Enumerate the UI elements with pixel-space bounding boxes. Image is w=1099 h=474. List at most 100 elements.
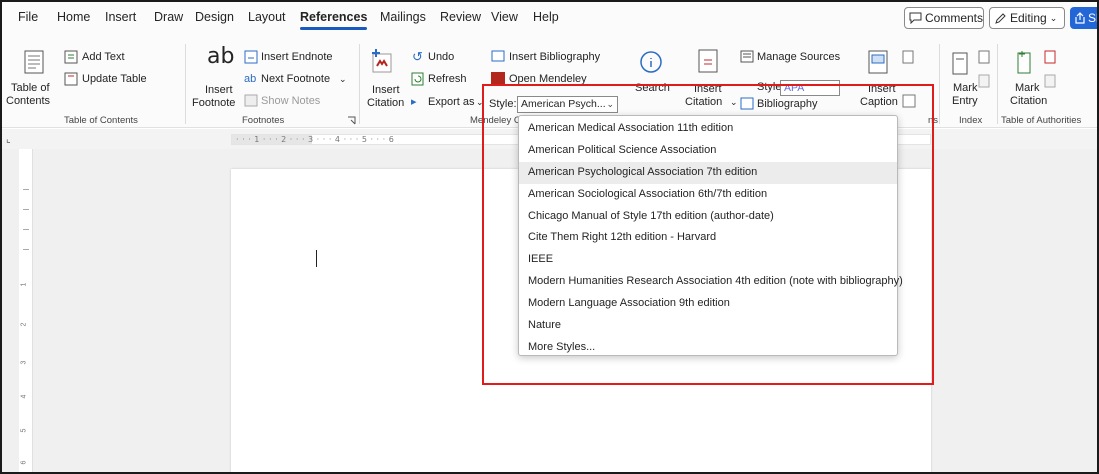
group-label-footnotes: Footnotes <box>242 115 285 126</box>
undo-icon: ↺ <box>412 49 423 64</box>
group-divider <box>939 44 940 124</box>
ruler-number: 2 <box>20 322 28 327</box>
mendeley-style-select[interactable]: American Psych... ⌄ <box>517 96 618 113</box>
tab-file[interactable]: File <box>18 10 38 24</box>
refresh-icon <box>411 72 424 86</box>
insert-citation-label1: Insert <box>694 83 722 95</box>
mendeley-insert-label2: Citation <box>367 97 405 109</box>
tab-layout[interactable]: Layout <box>248 10 286 24</box>
dialog-launcher-icon[interactable] <box>347 116 356 125</box>
tab-design[interactable]: Design <box>195 10 234 24</box>
mark-entry-icon <box>952 52 968 75</box>
table-of-figures-icon[interactable] <box>902 50 914 64</box>
add-text-icon <box>64 50 78 64</box>
group-label-captions: ns <box>928 115 939 126</box>
open-mendeley-label: Open Mendeley <box>509 73 587 85</box>
tab-stop-selector-icon[interactable]: ⌞ <box>6 133 11 146</box>
style-option[interactable]: American Medical Association 11th editio… <box>519 118 897 140</box>
tab-draw[interactable]: Draw <box>154 10 183 24</box>
toc-label-line1: Table of <box>11 82 50 94</box>
citation-style-select[interactable]: APA <box>780 80 840 96</box>
update-index-icon[interactable] <box>978 74 990 88</box>
mendeley-insert-label1: Insert <box>372 84 400 96</box>
ruler-number: 1 <box>20 282 28 287</box>
table-of-contents-icon <box>24 50 44 74</box>
group-label-index: Index <box>959 115 983 126</box>
search-label: Search <box>635 82 670 94</box>
style-select-value: American Psych... <box>521 98 606 110</box>
style-option[interactable]: Chicago Manual of Style 17th edition (au… <box>519 206 897 228</box>
insert-endnote-label: Insert Endnote <box>261 51 333 63</box>
ruler-tick <box>23 249 29 250</box>
mark-entry-label2: Entry <box>952 95 978 107</box>
export-as-label: Export as <box>428 96 475 108</box>
insert-table-of-authorities-icon[interactable] <box>1044 50 1056 64</box>
tab-view[interactable]: View <box>491 10 518 24</box>
insert-endnote-icon <box>244 50 258 64</box>
style-option[interactable]: IEEE <box>519 249 897 271</box>
group-divider <box>185 44 186 124</box>
bibliography-label: Bibliography <box>757 98 818 110</box>
comments-button[interactable]: Comments <box>904 7 984 29</box>
chevron-down-icon: ⌄ <box>476 97 484 107</box>
group-label-authorities: Table of Authorities <box>1001 115 1082 126</box>
mendeley-logo-icon <box>491 72 505 85</box>
mark-entry-label1: Mark <box>953 82 978 94</box>
export-icon: ▸ <box>411 96 417 108</box>
ruler-tick <box>23 209 29 210</box>
add-text-label: Add Text <box>82 51 125 63</box>
update-table-icon <box>64 72 78 86</box>
ruler-number: 6 <box>20 460 28 465</box>
share-button[interactable]: Sh <box>1070 7 1097 29</box>
insert-caption-icon <box>868 50 888 74</box>
update-table-label: Update Table <box>82 73 147 85</box>
mark-citation-label1: Mark <box>1015 82 1040 94</box>
tab-home[interactable]: Home <box>57 10 90 24</box>
insert-footnote-label1: Insert <box>205 84 233 96</box>
style-option[interactable]: American Political Science Association <box>519 140 897 162</box>
ruler-number: 4 <box>20 394 28 399</box>
tab-review[interactable]: Review <box>440 10 481 24</box>
style-option[interactable]: Modern Humanities Research Association 4… <box>519 271 903 293</box>
style-option[interactable]: American Psychological Association 7th e… <box>519 161 897 184</box>
manage-sources-icon <box>740 50 754 63</box>
style-option[interactable]: More Styles... <box>519 337 897 359</box>
insert-footnote-label2: Footnote <box>192 97 236 109</box>
editing-mode-button[interactable]: Editing ⌄ <box>989 7 1065 29</box>
style-option[interactable]: Nature <box>519 315 897 337</box>
ruler-number: 5 <box>20 428 28 433</box>
tab-insert[interactable]: Insert <box>105 10 136 24</box>
ruler-marks: · · · 1 · · · 2 · · · 3 · · · 4 · · · 5 … <box>236 135 395 144</box>
share-label: Sh <box>1088 11 1097 25</box>
update-table-of-authorities-icon[interactable] <box>1044 74 1056 88</box>
style-option[interactable]: American Sociological Association 6th/7t… <box>519 184 897 206</box>
tab-help[interactable]: Help <box>533 10 559 24</box>
chevron-down-icon: ⌄ <box>339 74 347 84</box>
word-window: File Home Insert Draw Design Layout Refe… <box>0 0 1099 474</box>
citation-style-value: APA <box>784 82 805 94</box>
tab-references[interactable]: References <box>300 10 368 30</box>
toc-label-line2: Contents <box>6 95 51 107</box>
insert-citation-label2: Citation <box>685 96 723 108</box>
comments-label: Comments <box>924 11 983 25</box>
insert-caption-label1: Insert <box>868 83 896 95</box>
menu-bar: File Home Insert Draw Design Layout Refe… <box>2 2 1097 36</box>
style-option[interactable]: Modern Language Association 9th edition <box>519 293 897 315</box>
comment-icon <box>909 12 922 24</box>
next-footnote-label: Next Footnote <box>261 73 331 85</box>
next-footnote-icon: ab <box>244 73 257 85</box>
insert-bibliography-label: Insert Bibliography <box>509 51 601 63</box>
insert-index-icon[interactable] <box>978 50 990 64</box>
text-cursor <box>316 250 317 267</box>
pencil-icon <box>995 12 1006 24</box>
style-option[interactable]: Cite Them Right 12th edition - Harvard <box>519 227 897 249</box>
chevron-down-icon: ⌄ <box>730 97 738 107</box>
cross-reference-icon[interactable] <box>902 94 916 108</box>
group-label-toc: Table of Contents <box>64 115 138 126</box>
share-icon <box>1075 12 1085 24</box>
vertical-ruler[interactable]: 1 2 3 4 5 6 <box>19 149 33 472</box>
manage-sources-label: Manage Sources <box>757 51 841 63</box>
mark-citation-icon <box>1017 51 1031 74</box>
tab-mailings[interactable]: Mailings <box>380 10 426 24</box>
undo-label: Undo <box>428 51 455 63</box>
